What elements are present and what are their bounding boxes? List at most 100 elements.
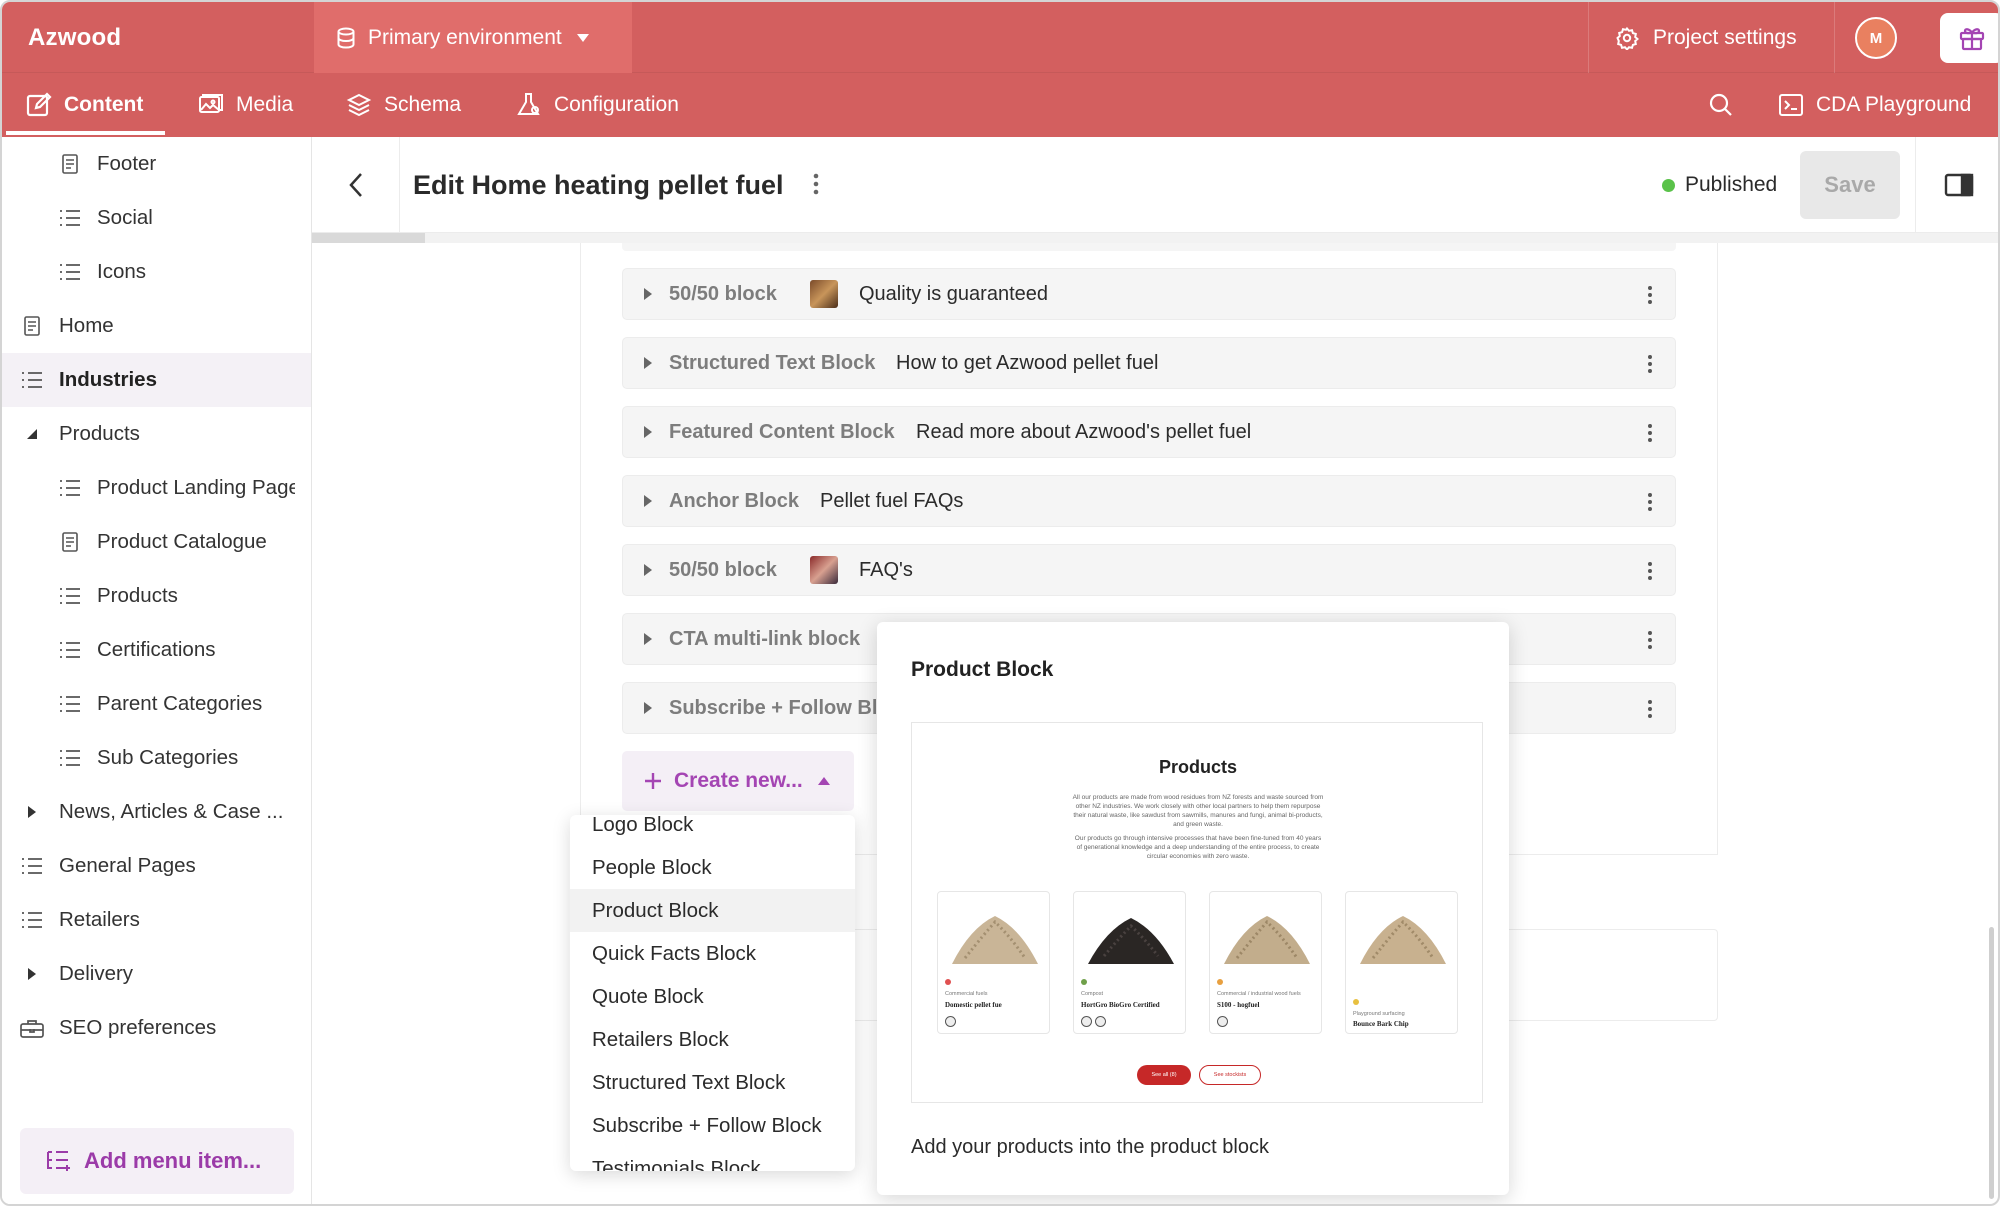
menu-item-product-block[interactable]: Product Block [570,889,855,932]
plus-icon [645,773,661,789]
search-icon[interactable] [1708,92,1734,118]
app-window: Azwood Primary environment Project setti… [0,0,2000,1206]
scroll-progress-fill [312,233,425,243]
sidebar-item-certifications[interactable]: Certifications [2,623,311,677]
back-button[interactable] [312,137,400,233]
sidebar-item-label: Home [59,314,114,337]
block-thumbnail [810,556,838,584]
caret-down-icon[interactable] [20,422,44,446]
preview-title: Product Block [911,658,1054,681]
more-vertical-icon[interactable] [812,172,820,196]
project-settings-button[interactable]: Project settings [1588,2,1835,73]
scroll-progress [312,233,1998,243]
terminal-icon [1779,94,1803,116]
product-category: Playground surfacing [1353,1011,1405,1017]
status-label: Published [1685,173,1778,196]
list-icon [20,368,44,392]
sidebar-item-label: Product Landing Page [97,476,295,499]
sidebar-item-news-articles[interactable]: News, Articles & Case ... [2,785,311,839]
product-name: HortGro BioGro Certified [1081,1001,1160,1009]
sidebar-item-label: Delivery [59,962,134,985]
certification-badges [1081,1016,1106,1027]
scrollbar[interactable] [1989,927,1994,1199]
caret-right-icon[interactable] [643,494,653,508]
sidebar-item-product-catalogue[interactable]: Product Catalogue [2,515,311,569]
avatar[interactable]: M [1855,17,1897,59]
tab-content-label: Content [64,93,144,116]
sidebar-item-seo-preferences[interactable]: SEO preferences [2,1001,311,1055]
sidebar-item-social[interactable]: Social [2,191,311,245]
tab-configuration[interactable]: Configuration [492,73,701,137]
more-vertical-icon[interactable] [1647,561,1653,581]
block-row[interactable]: 50/50 block Quality is guaranteed [622,268,1676,320]
block-type: Featured Content Block [669,420,895,443]
menu-item-retailers-block[interactable]: Retailers Block [570,1018,855,1061]
sidebar-item-footer[interactable]: Footer [2,137,311,191]
more-vertical-icon[interactable] [1647,423,1653,443]
sidebar-item-delivery[interactable]: Delivery [2,947,311,1001]
menu-item-testimonials-block[interactable]: Testimonials Block [570,1147,855,1172]
cda-playground-button[interactable]: CDA Playground [1778,73,1971,137]
tab-schema[interactable]: Schema [322,73,483,137]
caret-right-icon[interactable] [643,701,653,715]
menu-item-people-block[interactable]: People Block [570,846,855,889]
create-new-block-button[interactable]: Create new... [622,751,854,811]
caret-right-icon[interactable] [643,287,653,301]
sidebar-item-products[interactable]: Products [2,569,311,623]
brand-logo[interactable]: Azwood [28,2,121,73]
list-icon [58,584,82,608]
preview-product-card: Compost HortGro BioGro Certified [1073,891,1186,1034]
more-vertical-icon[interactable] [1647,699,1653,719]
caret-right-icon[interactable] [643,425,653,439]
block-title: FAQ's [859,558,913,581]
layers-icon [346,93,372,117]
environment-switcher[interactable]: Primary environment [314,2,632,73]
sidebar-item-home[interactable]: Home [2,299,311,353]
caret-right-icon[interactable] [20,800,44,824]
more-vertical-icon[interactable] [1647,354,1653,374]
menu-item-logo-block[interactable]: Logo Block [570,815,855,846]
more-vertical-icon[interactable] [1647,285,1653,305]
gift-icon [1959,28,1985,51]
page-title: Edit Home heating pellet fuel [413,170,784,200]
block-row[interactable]: Anchor Block Pellet fuel FAQs [622,475,1676,527]
tab-content[interactable]: Content [2,73,166,137]
category-tag-icon [1217,979,1223,985]
menu-item-structured-text-block[interactable]: Structured Text Block [570,1061,855,1104]
sidebar-item-product-landing-page[interactable]: Product Landing Page [2,461,311,515]
block-row[interactable]: 50/50 block FAQ's [622,544,1676,596]
preview-see-all-button: See all (8) [1137,1065,1191,1085]
save-button[interactable]: Save [1800,151,1900,219]
preview-product-card: Commercial fuels Domestic pellet fue [937,891,1050,1034]
whats-new-button[interactable] [1940,13,1998,63]
menu-item-subscribe-follow-block[interactable]: Subscribe + Follow Block [570,1104,855,1147]
product-category: Commercial fuels [945,991,988,997]
sidebar-item-icons[interactable]: Icons [2,245,311,299]
block-row[interactable]: Structured Text Block How to get Azwood … [622,337,1676,389]
sidebar-item-products-group[interactable]: Products [2,407,311,461]
caret-right-icon[interactable] [643,632,653,646]
sidebar-item-retailers[interactable]: Retailers [2,893,311,947]
sidebar-item-parent-categories[interactable]: Parent Categories [2,677,311,731]
product-category: Commercial / industrial wood fuels [1217,991,1301,997]
block-row[interactable]: Featured Content Block Read more about A… [622,406,1676,458]
tree-add-icon [47,1151,70,1171]
caret-right-icon[interactable] [643,356,653,370]
sidebar-item-sub-categories[interactable]: Sub Categories [2,731,311,785]
tab-media[interactable]: Media [174,73,315,137]
certification-badges [945,1016,956,1027]
add-menu-item-button[interactable]: Add menu item... [20,1128,294,1194]
more-vertical-icon[interactable] [1647,630,1653,650]
sidebar-item-label: Certifications [97,638,216,661]
preview-intro-paragraph: All our products are made from wood resi… [1072,794,1324,828]
more-vertical-icon[interactable] [1647,492,1653,512]
menu-item-quote-block[interactable]: Quote Block [570,975,855,1018]
sidebar-panel-toggle[interactable] [1915,137,1998,233]
menu-item-quick-facts-block[interactable]: Quick Facts Block [570,932,855,975]
sidebar-item-industries[interactable]: Industries [2,353,311,407]
sidebar-item-general-pages[interactable]: General Pages [2,839,311,893]
image-icon [199,94,223,113]
caret-right-icon[interactable] [20,962,44,986]
caret-right-icon[interactable] [643,563,653,577]
category-tag-icon [1081,979,1087,985]
